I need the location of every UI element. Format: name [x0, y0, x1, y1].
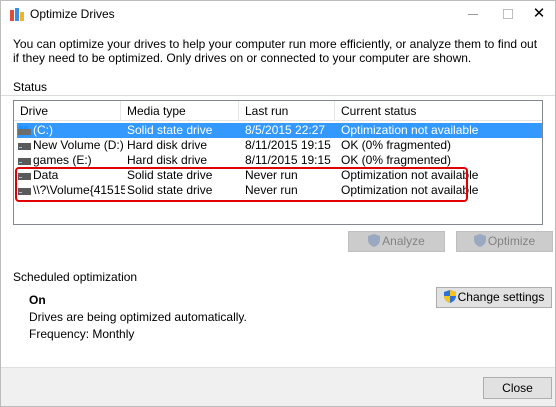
maximize-button[interactable] [491, 1, 525, 28]
drive-row-c[interactable]: (C:) Solid state drive 8/5/2015 22:27 Op… [17, 123, 542, 138]
drive-icon [18, 143, 31, 150]
close-icon: ✕ [532, 5, 546, 22]
drive-name: games (E:) [33, 153, 92, 167]
media-type: Hard disk drive [127, 153, 208, 167]
current-status: Optimization not available [341, 123, 479, 137]
analyze-label: Analyze [382, 234, 425, 248]
current-status: OK (0% fragmented) [341, 138, 452, 152]
drives-list[interactable]: Drive Media type Last run Current status… [13, 100, 543, 225]
optimize-label: Optimize [487, 234, 536, 248]
scheduled-optimization-label: Scheduled optimization [13, 270, 138, 284]
drive-icon [18, 158, 31, 165]
column-header-drive[interactable]: Drive [14, 101, 121, 121]
close-window-button[interactable]: ✕ [522, 1, 555, 28]
last-run: 8/11/2015 19:15 [245, 138, 331, 152]
schedule-description: Drives are being optimized automatically… [29, 310, 247, 324]
minimize-icon [468, 14, 478, 15]
drive-row-d[interactable]: New Volume (D:) Hard disk drive 8/11/201… [17, 138, 542, 153]
column-header-media-type[interactable]: Media type [121, 101, 239, 121]
uac-shield-icon [473, 234, 486, 247]
optimize-drives-window: Optimize Drives ✕ You can optimize your … [0, 0, 556, 407]
dialog-footer [1, 367, 555, 406]
last-run: 8/5/2015 22:27 [245, 123, 326, 137]
schedule-state: On [29, 293, 46, 307]
title-bar: Optimize Drives ✕ [1, 1, 555, 28]
window-title: Optimize Drives [30, 7, 115, 21]
last-run: 8/11/2015 19:15 [245, 153, 331, 167]
column-header-last-run[interactable]: Last run [239, 101, 335, 121]
section-divider [1, 95, 555, 96]
os-drive-icon [18, 126, 31, 135]
minimize-button[interactable] [456, 1, 490, 28]
optimize-button[interactable]: Optimize [456, 231, 553, 252]
drive-name: (C:) [33, 123, 53, 137]
uac-shield-icon [443, 290, 456, 303]
description-text: You can optimize your drives to help you… [13, 37, 538, 65]
schedule-frequency: Frequency: Monthly [29, 327, 135, 341]
list-header: Drive Media type Last run Current status [14, 101, 542, 121]
change-settings-label: Change settings [457, 290, 545, 304]
media-type: Solid state drive [127, 123, 213, 137]
status-section-label: Status [13, 80, 48, 94]
drive-name: New Volume (D:) [33, 138, 124, 152]
uac-shield-icon [368, 234, 381, 247]
maximize-icon [503, 9, 513, 19]
drive-row-e[interactable]: games (E:) Hard disk drive 8/11/2015 19:… [17, 153, 542, 168]
column-header-current-status[interactable]: Current status [335, 101, 542, 121]
media-type: Hard disk drive [127, 138, 208, 152]
current-status: OK (0% fragmented) [341, 153, 452, 167]
change-settings-button[interactable]: Change settings [436, 287, 552, 308]
annotation-highlight-box [15, 167, 468, 202]
analyze-button[interactable]: Analyze [348, 231, 445, 252]
defrag-app-icon [10, 8, 24, 21]
close-button[interactable]: Close [483, 377, 552, 399]
